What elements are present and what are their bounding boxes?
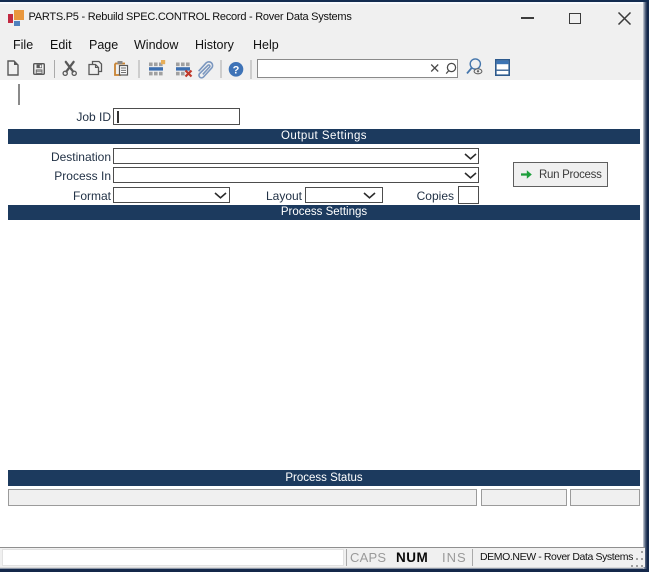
svg-text:?: ? — [233, 65, 240, 77]
